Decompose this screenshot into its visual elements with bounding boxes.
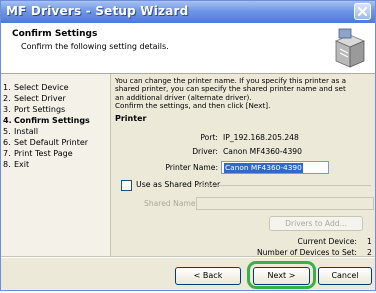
step-port-settings: 3. Port Settings [3, 105, 66, 114]
back-button[interactable]: < Back [175, 267, 241, 285]
shared-printer-checkbox[interactable] [121, 180, 132, 191]
close-button[interactable] [354, 3, 371, 20]
shared-group-divider [197, 185, 371, 186]
next-button[interactable]: Next > [253, 267, 310, 285]
step-exit: 8. Exit [3, 160, 30, 169]
printer-section-heading: Printer [115, 114, 147, 123]
shared-name-label: Shared Name: [144, 199, 199, 208]
shared-name-input[interactable] [196, 197, 374, 210]
port-value: IP_192.168.205.248 [223, 133, 299, 142]
printer-name-label: Printer Name: [165, 163, 218, 172]
devices-to-set-value: 2 [367, 248, 372, 257]
settings-panel: You can change the printer name. If you … [113, 74, 375, 257]
cancel-button[interactable]: Cancel [318, 267, 372, 285]
port-label: Port: [200, 133, 218, 142]
printer-name-value: Canon MF4360-4390 [224, 163, 303, 173]
title-bar[interactable]: MF Drivers - Setup Wizard [1, 1, 375, 23]
step-select-device: 1. Select Device [3, 83, 69, 92]
step-print-test-page: 7. Print Test Page [3, 149, 73, 158]
page-title: Confirm Settings [12, 29, 98, 39]
step-set-default-printer: 6. Set Default Printer [3, 138, 89, 147]
driver-label: Driver: [192, 147, 218, 156]
installer-box-icon [334, 28, 366, 68]
step-select-driver: 2. Select Driver [3, 94, 66, 103]
step-confirm-settings: 4. Confirm Settings [3, 116, 90, 125]
page-subtitle: Confirm the following setting details. [21, 42, 169, 51]
driver-value: Canon MF4360-4390 [223, 147, 302, 156]
step-install: 5. Install [3, 127, 39, 136]
window-title: MF Drivers - Setup Wizard [6, 4, 189, 18]
current-device-label: Current Device: [297, 237, 357, 246]
wizard-body: 1. Select Device 2. Select Driver 3. Port S… [1, 74, 375, 257]
steps-sidebar: 1. Select Device 2. Select Driver 3. Port S… [1, 74, 111, 256]
printer-name-input[interactable]: Canon MF4360-4390 [221, 161, 329, 174]
setup-wizard-window: MF Drivers - Setup Wizard Confirm Settin… [0, 0, 376, 291]
wizard-footer: < Back Next > Cancel [1, 257, 375, 293]
drivers-to-add-button[interactable]: Drivers to Add... [269, 216, 363, 231]
intro-text: You can change the printer name. If you … [115, 76, 347, 110]
wizard-header: Confirm Settings Confirm the following s… [1, 23, 375, 74]
current-device-value: 1 [367, 237, 372, 246]
close-icon [358, 7, 367, 16]
devices-to-set-label: Number of Devices to Set: [256, 248, 357, 257]
